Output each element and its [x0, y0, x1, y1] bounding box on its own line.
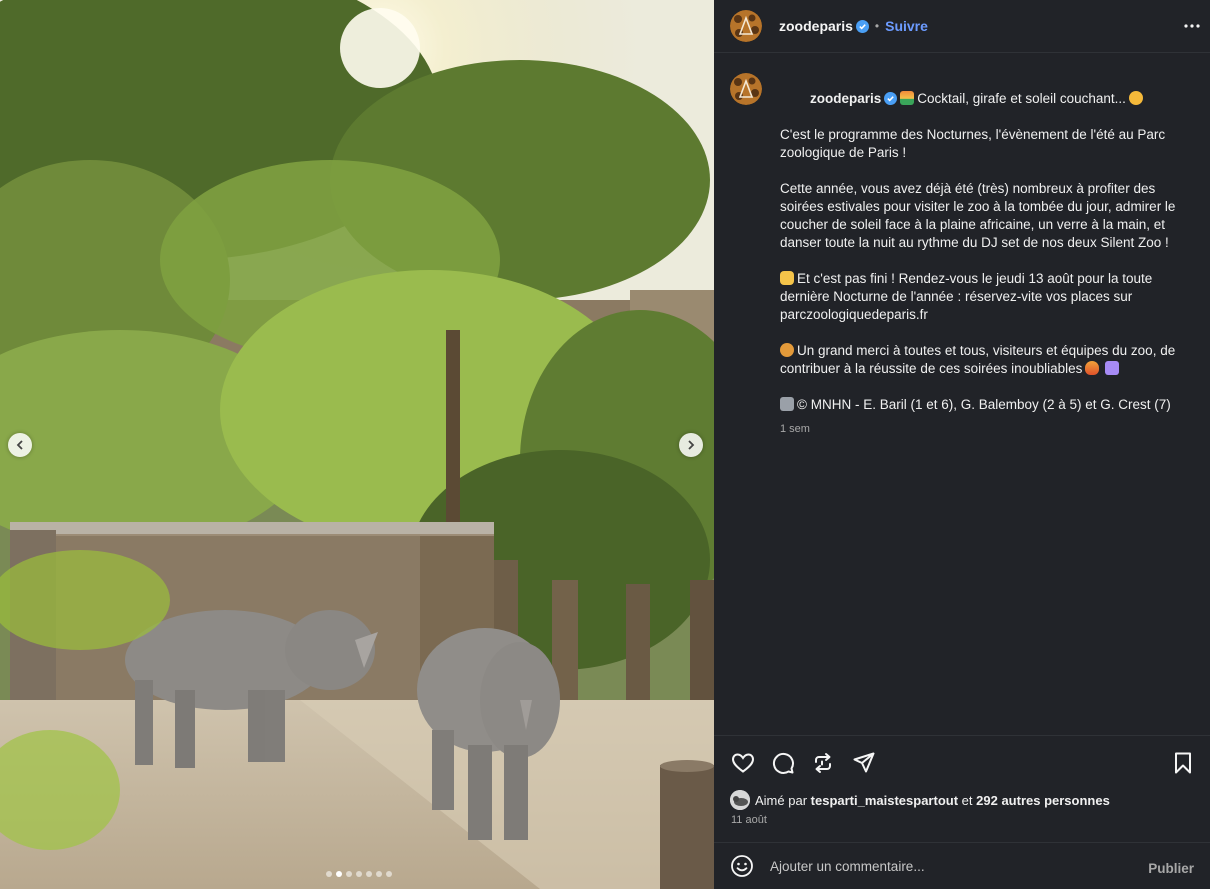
- share-button[interactable]: [851, 750, 877, 776]
- avatar-photo-icon: [730, 790, 750, 810]
- emoji-picker-icon[interactable]: [730, 854, 754, 878]
- save-button[interactable]: [1170, 750, 1196, 776]
- post-comment-button[interactable]: Publier: [1148, 861, 1194, 876]
- follow-button[interactable]: Suivre: [885, 18, 928, 34]
- header-separator: •: [874, 19, 880, 33]
- likes-prefix: Aimé par: [755, 792, 808, 808]
- likes-others-link[interactable]: 292 autres personnes: [976, 793, 1110, 808]
- fire-emoji-icon: [1085, 361, 1100, 375]
- share-icon: [853, 752, 875, 773]
- caption-para2: Cette année, vous avez déjà été (très) n…: [780, 181, 1180, 250]
- like-button[interactable]: [730, 750, 756, 776]
- more-options-icon[interactable]: [1182, 16, 1202, 36]
- bookmark-icon: [1175, 752, 1191, 774]
- camera-emoji-icon: [780, 397, 794, 411]
- repost-button[interactable]: [810, 750, 836, 776]
- post-actions: [730, 750, 1196, 776]
- carousel-dot: [356, 871, 362, 877]
- carousel-indicator: [326, 871, 392, 877]
- caption-first-line: zoodeparis Cocktail, girafe et soleil cou…: [780, 72, 1190, 126]
- rhino-photo-image: [0, 0, 714, 889]
- verified-badge-icon: [855, 19, 869, 33]
- carousel-dot: [326, 871, 332, 877]
- caption-para4-wrap: Un grand merci à toutes et tous, visiteu…: [780, 342, 1190, 378]
- heart-icon: [731, 753, 755, 773]
- caption-time[interactable]: 1 sem: [780, 420, 1190, 438]
- sunset-emoji-icon: [900, 91, 915, 105]
- caption-para4: Un grand merci à toutes et tous, visiteu…: [780, 343, 1179, 376]
- carousel-dot: [386, 871, 392, 877]
- post-sidebar: zoodeparis • Suivre zoodeparis Cocktail,…: [714, 0, 1210, 889]
- carousel-next-button[interactable]: [679, 433, 703, 457]
- sunglasses-emoji-icon: [1128, 91, 1143, 105]
- post-date[interactable]: 11 août: [731, 814, 767, 826]
- verified-badge-icon: [884, 92, 898, 105]
- avatar[interactable]: [730, 10, 762, 42]
- divider: [714, 735, 1210, 736]
- caption-line2: C'est le programme des Nocturnes, l'évèn…: [780, 127, 1169, 160]
- likes-conj: et: [961, 792, 973, 808]
- caption-line1: Cocktail, girafe et soleil couchant...: [917, 91, 1126, 106]
- likes-summary: Aimé par tesparti_maistespartout et 292 …: [730, 790, 1110, 810]
- zoo-logo-icon: [730, 10, 762, 42]
- zoo-logo-icon: [730, 73, 762, 105]
- post-username[interactable]: zoodeparis: [779, 18, 853, 34]
- caption-username[interactable]: zoodeparis: [810, 91, 881, 106]
- caption-para5: © MNHN - E. Baril (1 et 6), G. Balemboy …: [797, 397, 1171, 412]
- caption-avatar[interactable]: [730, 73, 762, 105]
- pointing-hand-emoji-icon: [780, 271, 794, 285]
- carousel-dot: [376, 871, 382, 877]
- caption-body: zoodeparis Cocktail, girafe et soleil cou…: [780, 72, 1190, 438]
- carousel-dot: [336, 871, 342, 877]
- liker-avatar[interactable]: [730, 790, 750, 810]
- post-header: zoodeparis • Suivre: [714, 0, 1210, 53]
- carousel-dot: [366, 871, 372, 877]
- post-caption: zoodeparis Cocktail, girafe et soleil cou…: [730, 72, 1200, 438]
- caption-para5-wrap: © MNHN - E. Baril (1 et 6), G. Balemboy …: [780, 396, 1190, 414]
- comment-bar: Publier: [714, 842, 1210, 889]
- carousel-prev-button[interactable]: [8, 433, 32, 457]
- caption-para3: Et c'est pas fini ! Rendez-vous le jeudi…: [780, 271, 1157, 322]
- chevron-right-icon: [688, 440, 695, 450]
- comment-button[interactable]: [770, 750, 796, 776]
- carousel-dot: [346, 871, 352, 877]
- post-photo[interactable]: [0, 0, 714, 889]
- comment-input[interactable]: [770, 858, 1130, 874]
- comment-icon: [772, 752, 794, 774]
- repost-icon: [815, 753, 831, 773]
- lion-emoji-icon: [780, 343, 794, 357]
- music-note-emoji-icon: [1105, 361, 1120, 375]
- caption-para3-wrap: Et c'est pas fini ! Rendez-vous le jeudi…: [780, 270, 1190, 324]
- chevron-left-icon: [16, 440, 23, 450]
- liker-username[interactable]: tesparti_maistespartout: [811, 793, 958, 808]
